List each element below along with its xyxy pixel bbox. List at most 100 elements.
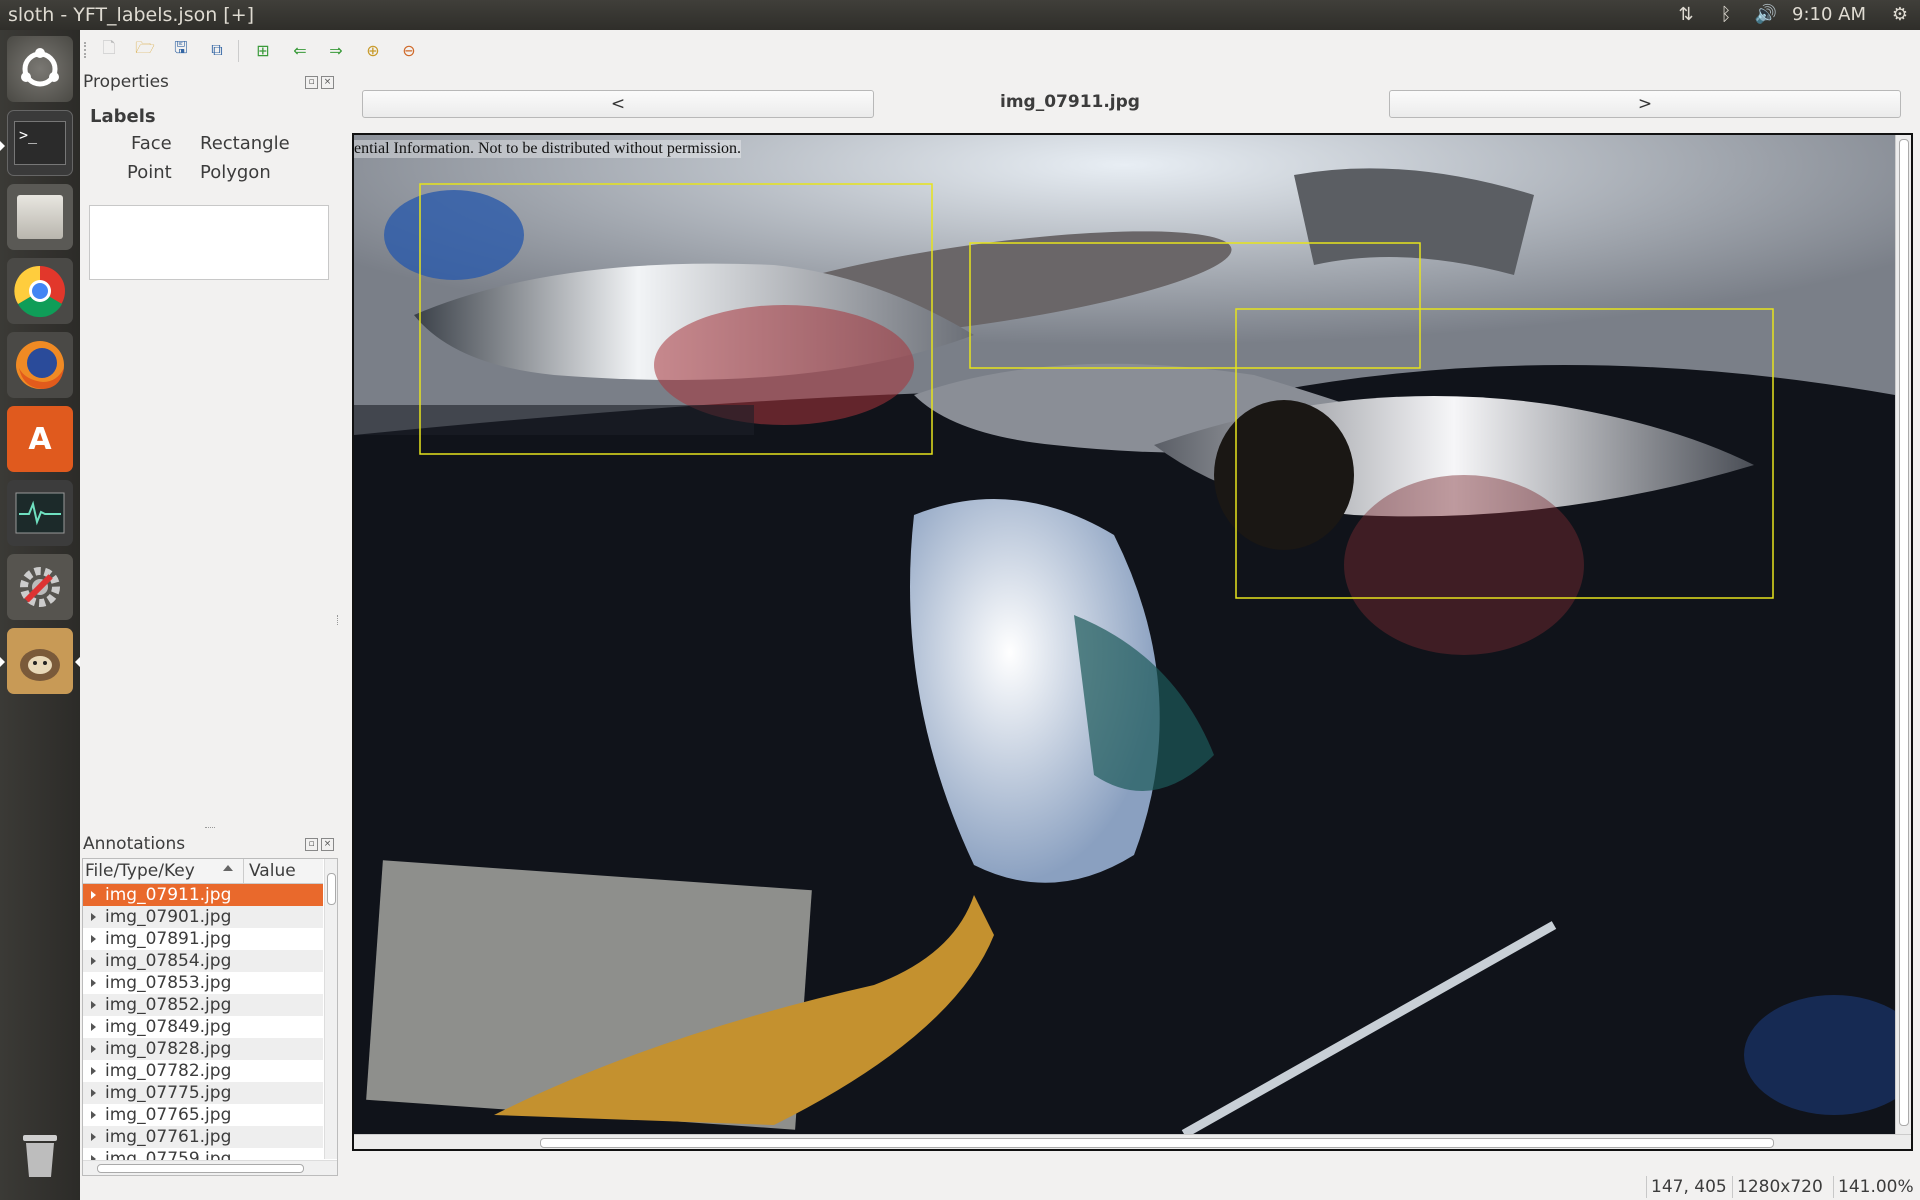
scroll-thumb[interactable]	[1899, 139, 1909, 1126]
canvas-vertical-scrollbar[interactable]	[1895, 135, 1911, 1134]
file-manager-icon[interactable]	[7, 184, 73, 250]
expand-arrow-icon[interactable]	[91, 891, 96, 899]
column-header-value[interactable]: Value	[249, 861, 296, 881]
zoom-in-icon[interactable]: ⊕	[360, 38, 386, 62]
expand-arrow-icon[interactable]	[91, 1089, 96, 1097]
column-header-file[interactable]: File/Type/Key	[85, 861, 195, 881]
tree-item-file[interactable]: img_07782.jpg	[83, 1060, 323, 1082]
tree-item-file[interactable]: img_07828.jpg	[83, 1038, 323, 1060]
file-name: img_07852.jpg	[105, 995, 232, 1015]
file-name: img_07901.jpg	[105, 907, 232, 927]
sloth-app-icon[interactable]	[7, 628, 73, 694]
dock-close-icon[interactable]: ×	[321, 76, 334, 89]
trash-icon[interactable]	[7, 1120, 73, 1186]
save-file-icon[interactable]: 🖫	[168, 38, 194, 62]
tree-item-file[interactable]: img_07765.jpg	[83, 1104, 323, 1126]
cursor-coordinates: 147, 405	[1646, 1176, 1731, 1198]
firefox-icon[interactable]	[7, 332, 73, 398]
previous-image-icon[interactable]: ⇐	[287, 38, 313, 62]
volume-icon[interactable]: 🔊	[1746, 0, 1786, 30]
label-rectangle-button[interactable]: Rectangle	[200, 133, 290, 154]
expand-arrow-icon[interactable]	[91, 1133, 96, 1141]
network-icon[interactable]: ⇅	[1666, 0, 1706, 30]
annotations-tree[interactable]: File/Type/Key Value img_07911.jpg img_079…	[82, 858, 338, 1176]
previous-image-button[interactable]: <	[362, 90, 874, 118]
next-image-button[interactable]: >	[1389, 90, 1901, 118]
expand-arrow-icon[interactable]	[91, 979, 96, 987]
save-as-icon[interactable]: ⧉	[204, 38, 230, 62]
expand-arrow-icon[interactable]	[91, 913, 96, 921]
file-name: img_07775.jpg	[105, 1083, 232, 1103]
tree-item-file[interactable]: img_07852.jpg	[83, 994, 323, 1016]
image-canvas[interactable]: ential Information. Not to be distribute…	[352, 133, 1913, 1151]
expand-arrow-icon[interactable]	[91, 1023, 96, 1031]
image-watermark: ential Information. Not to be distribute…	[354, 140, 742, 158]
image-dimensions: 1280x720	[1732, 1176, 1827, 1198]
dock-close-icon[interactable]: ×	[321, 838, 334, 851]
system-settings-icon[interactable]	[7, 554, 73, 620]
camera-frame	[354, 135, 1895, 1134]
tree-item-file[interactable]: img_07911.jpg	[83, 884, 323, 906]
next-image-icon[interactable]: ⇒	[323, 38, 349, 62]
tree-item-file[interactable]: img_07761.jpg	[83, 1126, 323, 1148]
active-app-arrow-left	[0, 657, 5, 667]
tree-item-file[interactable]: img_07775.jpg	[83, 1082, 323, 1104]
file-name: img_07911.jpg	[105, 885, 232, 905]
software-center-icon[interactable]: A	[7, 406, 73, 472]
expand-arrow-icon[interactable]	[91, 1001, 96, 1009]
tree-item-file[interactable]: img_07891.jpg	[83, 928, 323, 950]
file-name: img_07849.jpg	[105, 1017, 232, 1037]
file-name: img_07891.jpg	[105, 929, 232, 949]
top-panel: sloth - YFT_labels.json [+] ⇅ ᛒ 🔊 9:10 A…	[0, 0, 1920, 30]
toolbar-grip[interactable]	[84, 42, 89, 58]
file-name: img_07765.jpg	[105, 1105, 232, 1125]
system-monitor-icon[interactable]	[7, 480, 73, 546]
expand-arrow-icon[interactable]	[91, 1067, 96, 1075]
expand-arrow-icon[interactable]	[91, 1111, 96, 1119]
expand-arrow-icon[interactable]	[91, 1045, 96, 1053]
active-app-arrow-right	[75, 657, 80, 667]
labels-heading: Labels	[90, 106, 156, 127]
label-point-button[interactable]: Point	[127, 162, 172, 183]
scroll-thumb[interactable]	[327, 873, 336, 905]
new-file-icon[interactable]: 🗋	[96, 38, 122, 62]
column-divider[interactable]	[243, 859, 244, 883]
clock[interactable]: 9:10 AM	[1786, 0, 1880, 30]
chrome-icon[interactable]	[7, 258, 73, 324]
file-name: img_07761.jpg	[105, 1127, 232, 1147]
dock-splitter[interactable]	[337, 615, 340, 625]
main-toolbar	[80, 30, 1920, 70]
canvas-horizontal-scrollbar[interactable]	[354, 1134, 1911, 1149]
tree-item-file[interactable]: img_07901.jpg	[83, 906, 323, 928]
tree-item-file[interactable]: img_07849.jpg	[83, 1016, 323, 1038]
zoom-out-icon[interactable]: ⊖	[396, 38, 422, 62]
properties-dock-title: Properties	[83, 72, 169, 92]
tree-item-file[interactable]: img_07854.jpg	[83, 950, 323, 972]
annotations-dock-title: Annotations	[83, 834, 186, 854]
launcher: >_ A	[0, 30, 80, 1200]
sort-ascending-icon	[223, 865, 233, 871]
dock-float-icon[interactable]: ▫	[305, 838, 318, 851]
dock-float-icon[interactable]: ▫	[305, 76, 318, 89]
zoom-level: 141.00%	[1833, 1176, 1918, 1198]
tree-vertical-scrollbar[interactable]	[324, 859, 337, 1159]
ubuntu-dash-icon[interactable]	[7, 36, 73, 102]
tree-item-file[interactable]: img_07853.jpg	[83, 972, 323, 994]
tree-header: File/Type/Key Value	[83, 859, 323, 884]
open-file-icon[interactable]: 🗁	[132, 38, 158, 62]
gear-icon[interactable]: ⚙	[1880, 0, 1920, 30]
tree-horizontal-scrollbar[interactable]	[83, 1160, 337, 1175]
current-image-name: img_07911.jpg	[1000, 92, 1140, 112]
bluetooth-icon[interactable]: ᛒ	[1706, 0, 1746, 30]
toolbar-separator	[238, 40, 239, 62]
add-image-icon[interactable]: ⊞	[250, 38, 276, 62]
expand-arrow-icon[interactable]	[91, 935, 96, 943]
scroll-thumb[interactable]	[540, 1138, 1774, 1148]
terminal-icon[interactable]: >_	[7, 110, 73, 176]
property-editor[interactable]	[89, 205, 329, 280]
dock-splitter-horizontal[interactable]	[205, 827, 215, 830]
scroll-thumb[interactable]	[97, 1164, 304, 1173]
label-polygon-button[interactable]: Polygon	[200, 162, 271, 183]
label-face-button[interactable]: Face	[131, 133, 172, 154]
expand-arrow-icon[interactable]	[91, 957, 96, 965]
